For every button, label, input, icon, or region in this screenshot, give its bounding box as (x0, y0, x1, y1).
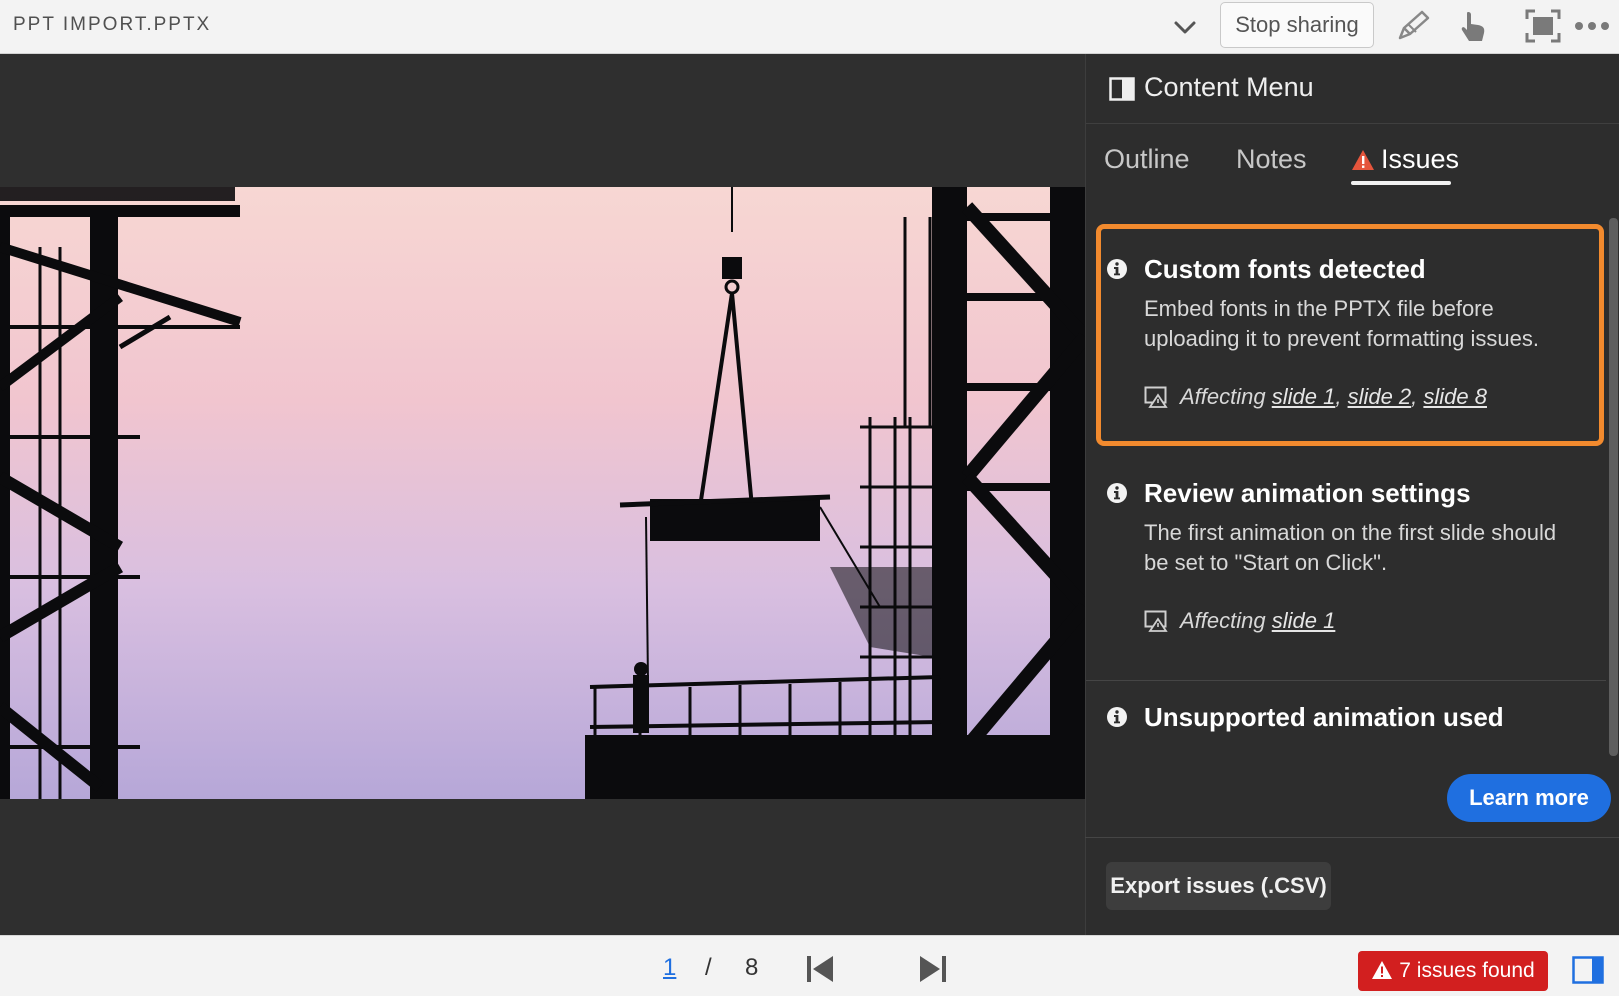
affecting-slides: Affecting slide 1, slide 2, slide 8 (1144, 384, 1487, 410)
issue-title: Review animation settings (1144, 478, 1471, 508)
divider (1085, 837, 1619, 838)
total-pages: 8 (745, 954, 759, 981)
first-slide-icon[interactable] (805, 954, 835, 984)
issues-list: Custom fonts detected Embed fonts in the… (1086, 214, 1619, 754)
info-icon (1107, 483, 1127, 503)
issue-title: Custom fonts detected (1144, 254, 1426, 284)
learn-more-button[interactable]: Learn more (1447, 774, 1611, 822)
slide-warning-icon (1144, 386, 1168, 408)
active-tab-indicator (1351, 181, 1451, 185)
warning-icon (1352, 150, 1374, 170)
slide-link[interactable]: slide 1 (1272, 608, 1336, 633)
affecting-label: Affecting (1180, 608, 1266, 633)
bottom-bar: 1 / 8 7 issues found (0, 935, 1619, 996)
current-page[interactable]: 1 (663, 954, 676, 982)
issues-found-badge[interactable]: 7 issues found (1358, 951, 1548, 991)
panel-header: Content Menu (1086, 54, 1619, 124)
chevron-down-icon[interactable] (1172, 14, 1198, 40)
pen-icon[interactable] (1394, 8, 1432, 44)
issues-scrollbar[interactable] (1609, 218, 1618, 756)
tab-outline[interactable]: Outline (1104, 144, 1190, 175)
info-icon (1107, 259, 1127, 279)
slide-link[interactable]: slide 8 (1423, 384, 1487, 409)
tab-notes[interactable]: Notes (1236, 144, 1307, 175)
slide-stage (0, 54, 1085, 935)
tab-issues-label: Issues (1381, 144, 1460, 174)
panel-toggle-icon[interactable] (1572, 956, 1604, 984)
issue-card[interactable]: Review animation settings The first anim… (1086, 454, 1606, 678)
info-icon (1107, 707, 1127, 727)
more-icon[interactable] (1573, 8, 1611, 44)
tab-issues[interactable]: Issues (1351, 144, 1459, 175)
issues-found-label: 7 issues found (1399, 959, 1535, 982)
page-separator: / (705, 954, 712, 981)
panel-layout-icon (1109, 77, 1135, 101)
slide-link[interactable]: slide 1 (1272, 384, 1336, 409)
slide-link[interactable]: slide 2 (1348, 384, 1412, 409)
slide-image (0, 187, 1085, 799)
divider (1086, 680, 1606, 681)
top-bar: PPT IMPORT.PPTX Stop sharing (0, 0, 1619, 54)
issue-description: The first animation on the first slide s… (1144, 520, 1557, 575)
issue-card[interactable]: Custom fonts detected Embed fonts in the… (1086, 214, 1606, 452)
stop-sharing-button[interactable]: Stop sharing (1220, 2, 1374, 48)
issue-description: Embed fonts in the PPTX file before uplo… (1144, 296, 1540, 351)
export-issues-button[interactable]: Export issues (.CSV) (1106, 862, 1331, 910)
panel-title: Content Menu (1144, 72, 1314, 102)
slide-warning-icon (1144, 610, 1168, 632)
issue-title: Unsupported animation used (1144, 702, 1504, 732)
last-slide-icon[interactable] (918, 954, 948, 984)
affecting-slides: Affecting slide 1 (1144, 608, 1335, 634)
hand-pointer-icon[interactable] (1456, 8, 1494, 44)
fullscreen-icon[interactable] (1524, 8, 1562, 44)
panel-tabs: Outline Notes Issues (1086, 124, 1619, 213)
affecting-label: Affecting (1180, 384, 1266, 409)
warning-icon (1372, 961, 1393, 979)
issue-card[interactable]: Unsupported animation used (1086, 682, 1606, 754)
document-title: PPT IMPORT.PPTX (13, 14, 212, 35)
